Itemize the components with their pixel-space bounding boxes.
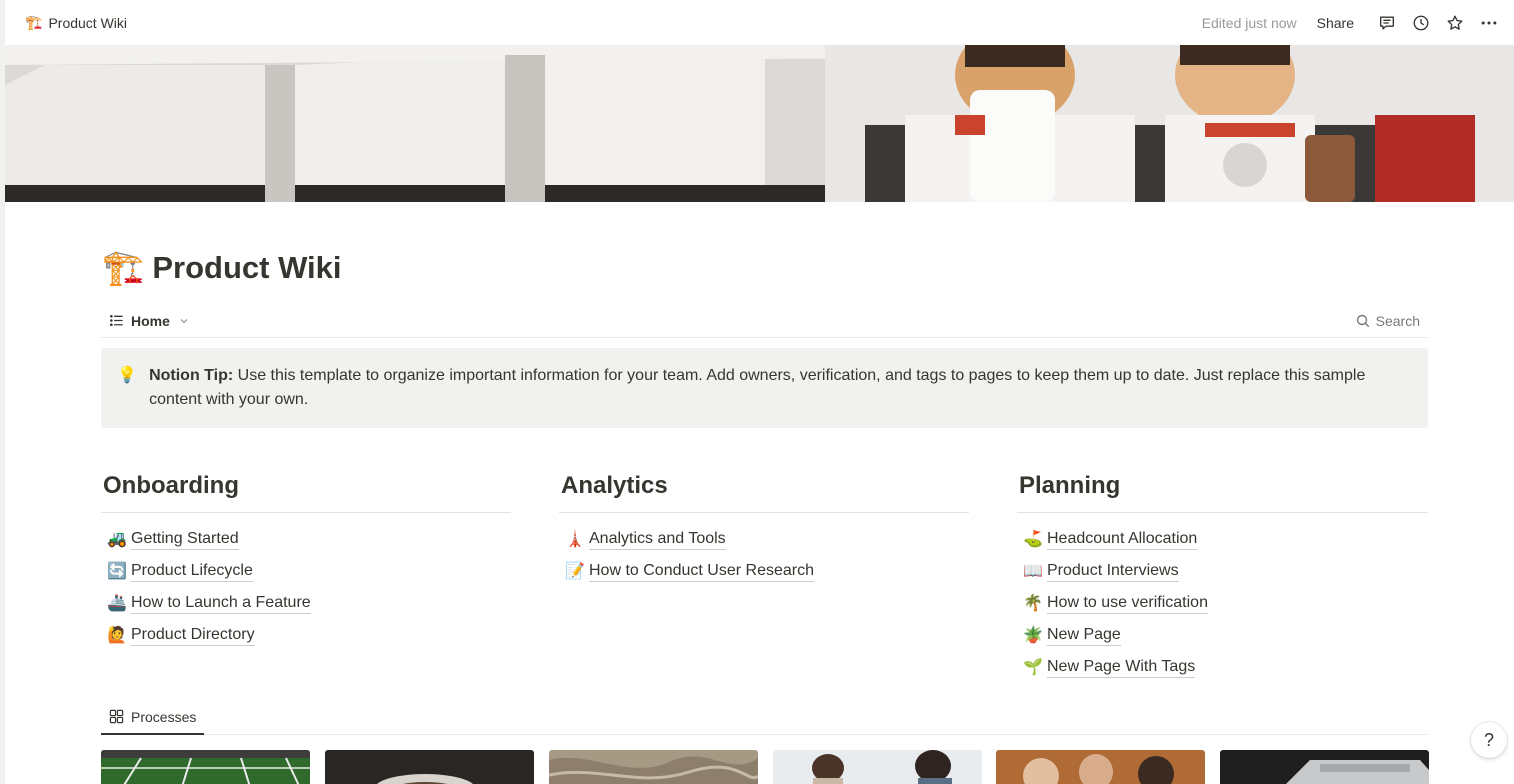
- gallery-icon: [109, 709, 124, 724]
- cover-image: [5, 45, 1514, 202]
- page-link[interactable]: 🚢 How to Launch a Feature: [101, 587, 511, 619]
- open-book-icon: 📖: [1023, 563, 1043, 580]
- callout-body: Use this template to organize important …: [149, 367, 1366, 408]
- golf-flag-icon: ⛳: [1023, 531, 1043, 548]
- gallery-card[interactable]: [1220, 750, 1429, 784]
- section-heading[interactable]: Planning: [1017, 470, 1428, 513]
- page-link-label[interactable]: How to Launch a Feature: [131, 593, 311, 614]
- help-button[interactable]: ?: [1471, 722, 1507, 758]
- page-title[interactable]: 🏗️ Product Wiki: [102, 248, 342, 288]
- search-label: Search: [1375, 312, 1420, 329]
- gallery-card[interactable]: [325, 750, 534, 784]
- page-link-label[interactable]: How to Conduct User Research: [589, 561, 814, 582]
- search-button[interactable]: Search: [1356, 313, 1428, 329]
- list-icon: [110, 314, 123, 327]
- page-link-label[interactable]: Headcount Allocation: [1047, 529, 1198, 550]
- palm-tree-icon: 🌴: [1023, 595, 1043, 612]
- memo-icon: 📝: [565, 563, 585, 580]
- page-link[interactable]: 🚜 Getting Started: [101, 523, 511, 555]
- page-link-label[interactable]: Analytics and Tools: [589, 529, 726, 550]
- notion-tip-callout[interactable]: 💡 Notion Tip: Use this template to organ…: [101, 348, 1428, 428]
- page-link-label[interactable]: Product Lifecycle: [131, 561, 253, 582]
- seedling-icon: 🌱: [1023, 659, 1043, 676]
- page-emoji-icon[interactable]: 🏗️: [102, 248, 144, 288]
- view-tab-home[interactable]: Home: [101, 313, 189, 329]
- page-link-label[interactable]: Product Directory: [131, 625, 255, 646]
- page-link[interactable]: 🙋 Product Directory: [101, 619, 511, 651]
- gallery-card[interactable]: [101, 750, 310, 784]
- clock-icon[interactable]: [1410, 12, 1432, 34]
- page-link[interactable]: 🪴 New Page: [1017, 619, 1428, 651]
- page-title-text[interactable]: Product Wiki: [152, 248, 341, 288]
- lightbulb-icon: 💡: [117, 367, 137, 384]
- edited-status: Edited just now: [1201, 14, 1297, 31]
- page-link[interactable]: 📖 Product Interviews: [1017, 555, 1428, 587]
- share-button[interactable]: Share: [1317, 15, 1354, 31]
- star-icon[interactable]: [1444, 12, 1466, 34]
- section-planning: Planning ⛳ Headcount Allocation 📖 Product …: [1017, 470, 1428, 683]
- topbar: 🏗️ Product Wiki Edited just now Share: [5, 0, 1514, 45]
- section-analytics: Analytics 🗼 Analytics and Tools 📝 How to C…: [559, 470, 969, 587]
- breadcrumb[interactable]: 🏗️ Product Wiki: [25, 14, 127, 31]
- ship-icon: 🚢: [107, 595, 127, 612]
- callout-text[interactable]: Notion Tip: Use this template to organiz…: [149, 364, 1408, 412]
- gallery-card[interactable]: [773, 750, 982, 784]
- page-link[interactable]: 📝 How to Conduct User Research: [559, 555, 969, 587]
- page-link-label[interactable]: New Page: [1047, 625, 1121, 646]
- potted-plant-icon: 🪴: [1023, 627, 1043, 644]
- tractor-icon: 🚜: [107, 531, 127, 548]
- tower-icon: 🗼: [565, 531, 585, 548]
- page-link[interactable]: 🗼 Analytics and Tools: [559, 523, 969, 555]
- search-icon: [1356, 314, 1369, 327]
- section-heading[interactable]: Analytics: [559, 470, 969, 513]
- page-link-label[interactable]: Product Interviews: [1047, 561, 1179, 582]
- chevron-down-icon[interactable]: [179, 316, 189, 326]
- callout-bold: Notion Tip:: [149, 367, 234, 384]
- more-icon[interactable]: [1478, 12, 1500, 34]
- person-raising-hand-icon: 🙋: [107, 627, 127, 644]
- page-link-label[interactable]: New Page With Tags: [1047, 657, 1196, 678]
- comment-icon[interactable]: [1376, 12, 1398, 34]
- view-bar: Home Search: [101, 304, 1428, 338]
- page-link-label[interactable]: Getting Started: [131, 529, 239, 550]
- page-link[interactable]: 🌴 How to use verification: [1017, 587, 1428, 619]
- cycle-icon: 🔄: [107, 563, 127, 580]
- page-link[interactable]: ⛳ Headcount Allocation: [1017, 523, 1428, 555]
- section-heading[interactable]: Onboarding: [101, 470, 511, 513]
- tab-processes-label: Processes: [131, 708, 197, 725]
- gallery-card[interactable]: [996, 750, 1205, 784]
- processes-view-bar: Processes: [101, 700, 1428, 735]
- gallery-card[interactable]: [549, 750, 758, 784]
- view-tab-label: Home: [131, 312, 170, 329]
- page-link[interactable]: 🔄 Product Lifecycle: [101, 555, 511, 587]
- tab-processes[interactable]: Processes: [101, 700, 205, 735]
- top-actions: Edited just now Share: [1202, 12, 1506, 34]
- breadcrumb-title: Product Wiki: [48, 14, 128, 31]
- page-link[interactable]: 🌱 New Page With Tags: [1017, 651, 1428, 683]
- page-emoji-icon: 🏗️: [25, 14, 43, 30]
- page-link-label[interactable]: How to use verification: [1047, 593, 1208, 614]
- section-onboarding: Onboarding 🚜 Getting Started 🔄 Product Lif…: [101, 470, 511, 651]
